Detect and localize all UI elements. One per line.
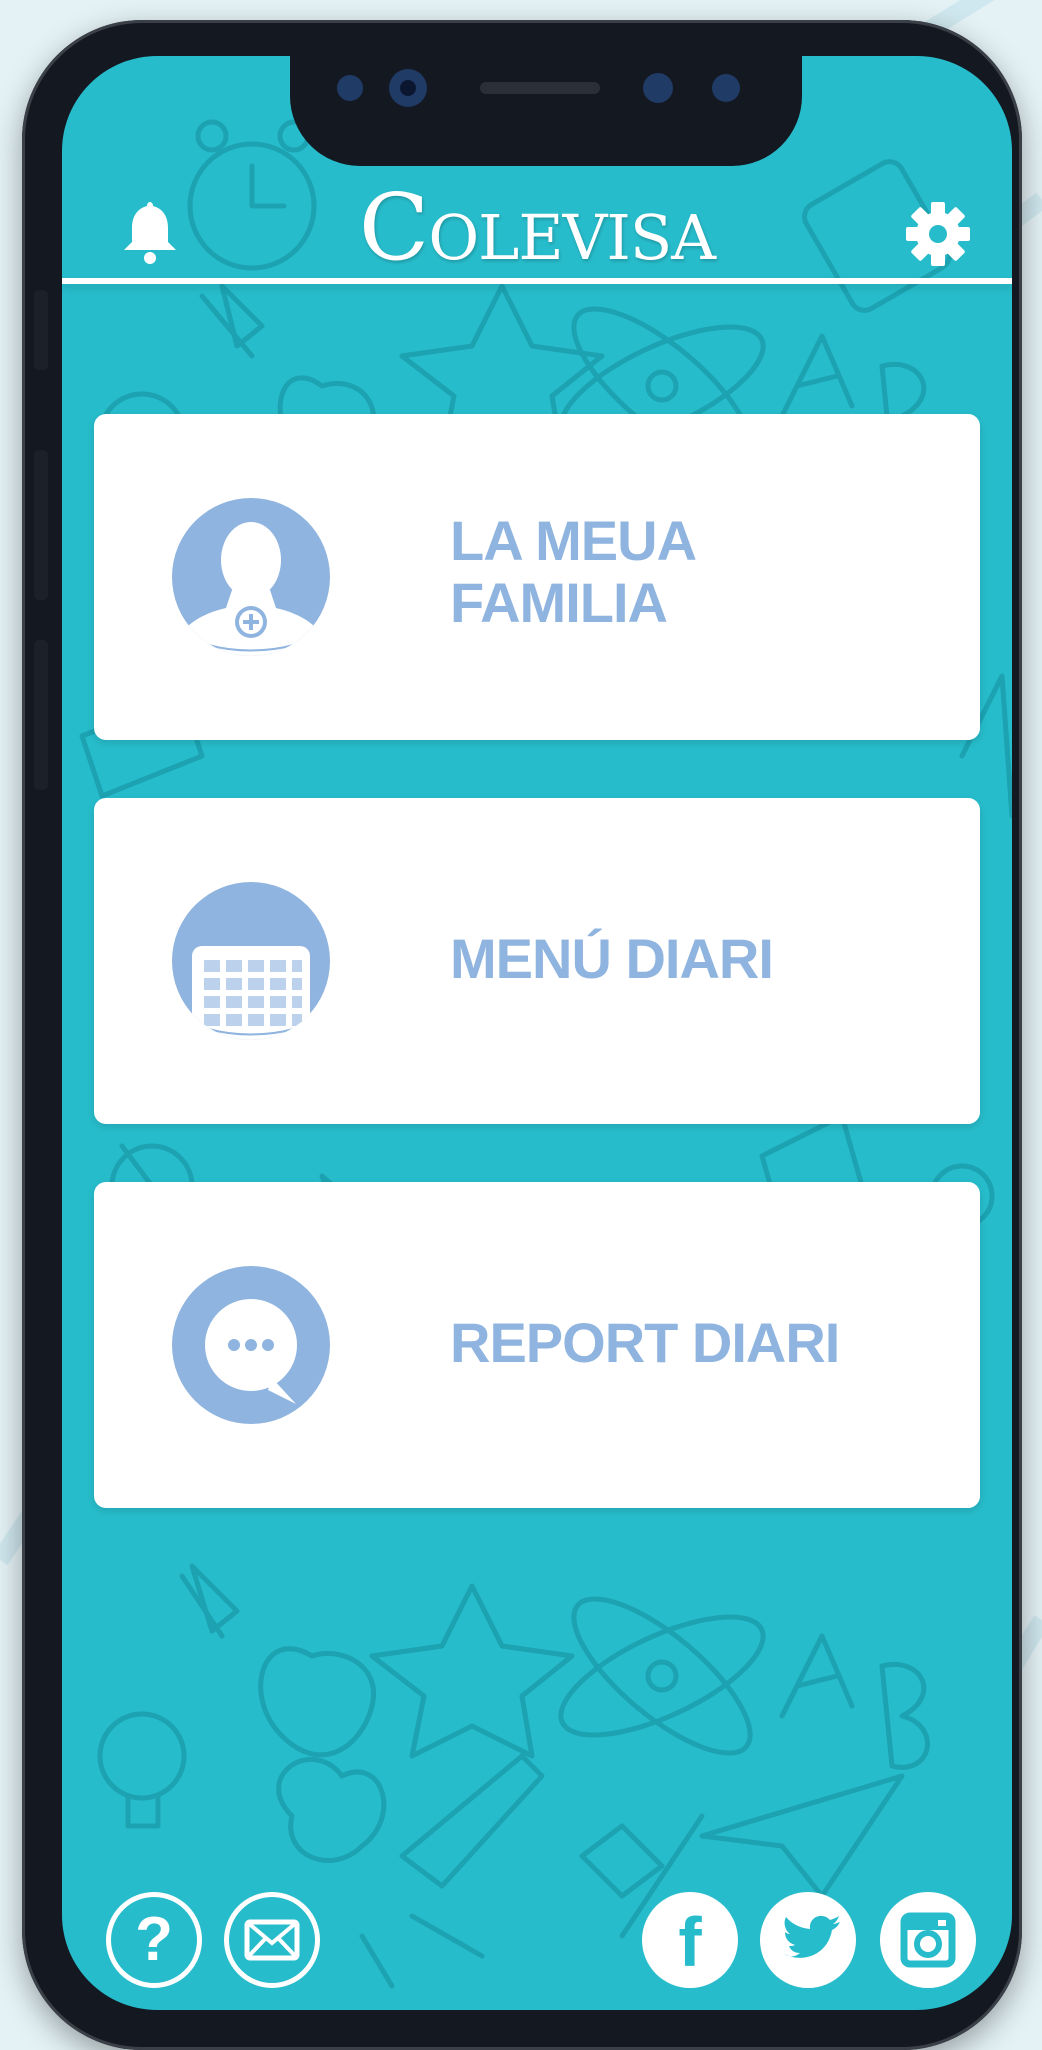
header-divider bbox=[62, 278, 1012, 284]
facebook-icon[interactable]: f bbox=[642, 1892, 738, 1988]
mail-icon[interactable] bbox=[224, 1892, 320, 1988]
facebook-glyph: f bbox=[678, 1903, 702, 1981]
bell-icon[interactable] bbox=[122, 196, 178, 266]
twitter-icon[interactable] bbox=[760, 1892, 856, 1988]
add-person-icon bbox=[172, 498, 330, 656]
menu-card-daily-report[interactable]: REPORT DIARI bbox=[94, 1182, 980, 1508]
menu-card-daily-menu-label: MENÚ DIARI bbox=[450, 927, 774, 990]
label-line-1: MENÚ DIARI bbox=[450, 927, 774, 990]
logo-initial: C bbox=[358, 174, 429, 281]
menu-card-family[interactable]: LA MEUA FAMILIA bbox=[94, 414, 980, 740]
help-icon[interactable]: ? bbox=[106, 1892, 202, 1988]
label-line-1: LA MEUA bbox=[450, 509, 697, 572]
menu-card-family-label: LA MEUA FAMILIA bbox=[450, 509, 697, 634]
menu-card-daily-report-label: REPORT DIARI bbox=[450, 1311, 840, 1374]
label-line-2: FAMILIA bbox=[450, 571, 668, 634]
logo-text: OLEVISA bbox=[428, 201, 716, 274]
gear-icon[interactable] bbox=[906, 202, 970, 266]
menu-card-daily-menu[interactable]: MENÚ DIARI bbox=[94, 798, 980, 1124]
help-glyph: ? bbox=[135, 1905, 173, 1974]
phone-side-button bbox=[34, 290, 48, 370]
phone-volume-down bbox=[34, 640, 48, 790]
phone-volume-up bbox=[34, 450, 48, 600]
instagram-icon[interactable] bbox=[880, 1892, 976, 1988]
app-logo: COLEVISA bbox=[352, 174, 722, 281]
app-screen: COLEVISA LA MEUA FAMILIA MENÚ DIARI REPO… bbox=[62, 56, 1012, 2010]
app-header: COLEVISA bbox=[62, 56, 1012, 284]
calendar-icon bbox=[172, 882, 330, 1040]
label-line-1: REPORT DIARI bbox=[450, 1311, 840, 1374]
chat-bubble-icon bbox=[172, 1266, 330, 1424]
